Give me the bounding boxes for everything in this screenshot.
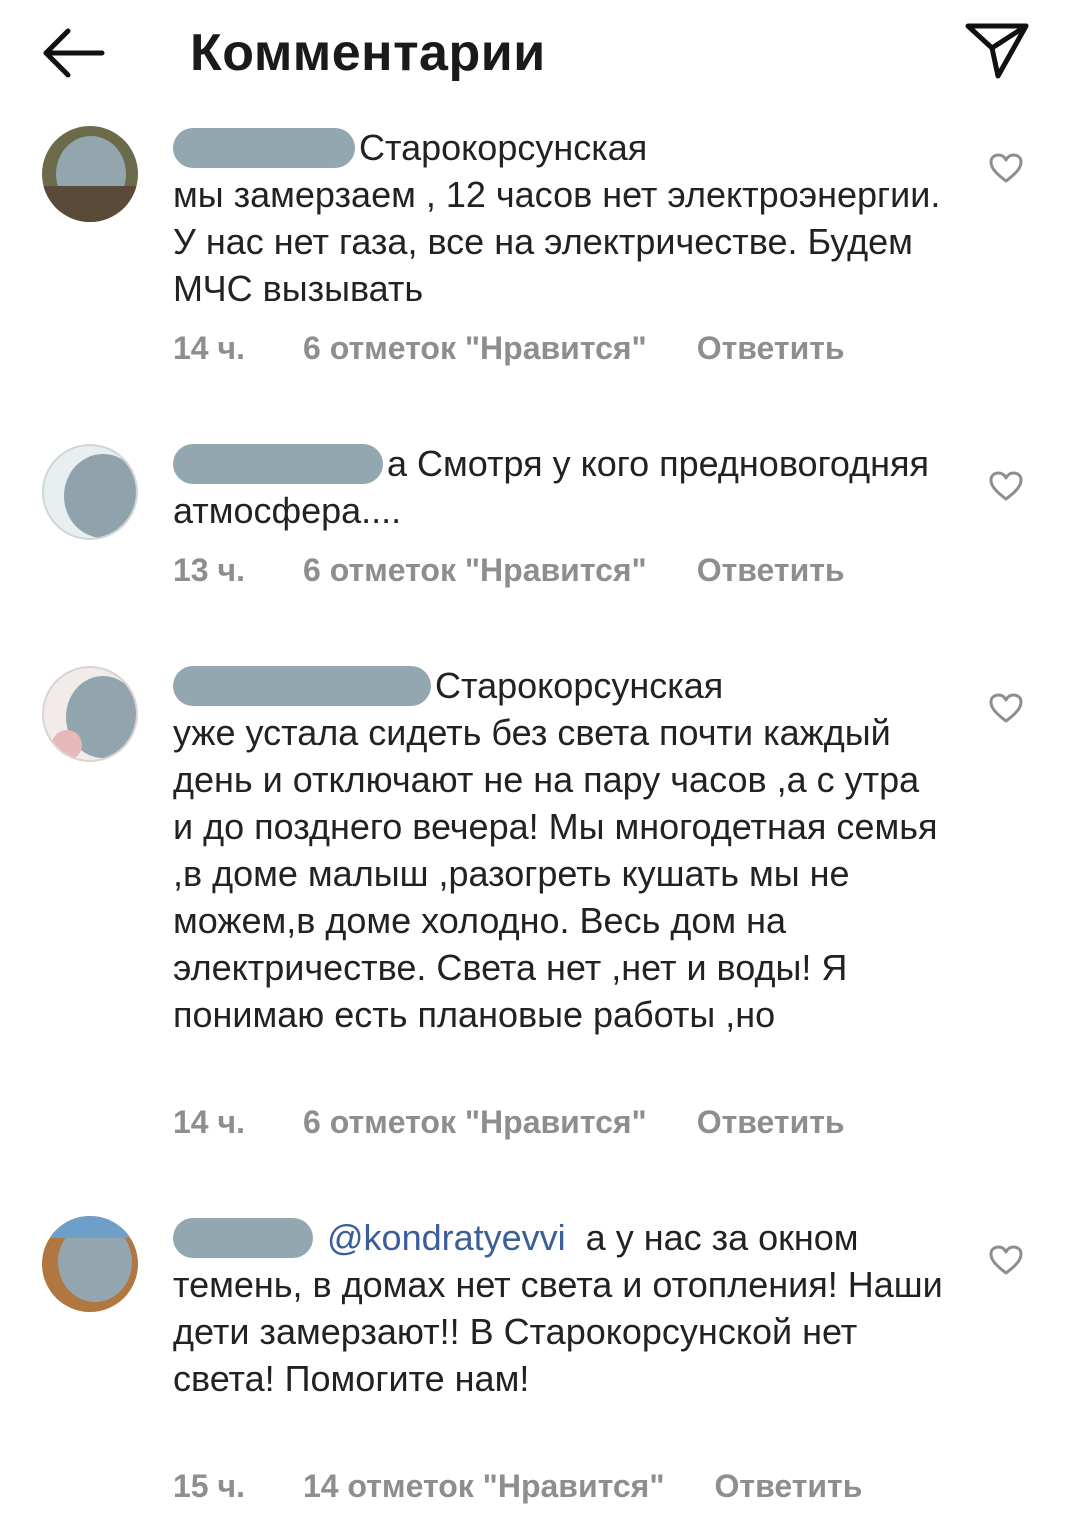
- username-redacted[interactable]: [173, 128, 355, 168]
- arrow-left-icon: [43, 28, 105, 78]
- username-fragment: а: [387, 443, 408, 484]
- reply-button[interactable]: Ответить: [697, 1102, 845, 1142]
- username-redacted[interactable]: [173, 1218, 313, 1258]
- share-button[interactable]: [962, 18, 1032, 82]
- username-fragment: Старокорсунская: [435, 665, 724, 706]
- heart-icon: [989, 471, 1023, 501]
- paper-plane-icon: [965, 23, 1029, 79]
- heart-icon: [989, 1245, 1023, 1275]
- reply-button[interactable]: Ответить: [697, 328, 845, 368]
- comment-meta: 14 ч. 6 отметок "Нравится" Ответить: [173, 328, 845, 368]
- heart-icon: [989, 693, 1023, 723]
- comment-text-block: а Смотря у кого предновогодняя атмосфера…: [173, 440, 943, 534]
- likes-count[interactable]: 14 отметок "Нравится": [303, 1466, 665, 1506]
- like-button[interactable]: [988, 692, 1024, 724]
- comment-text-block: @kondratyevvi а у нас за окном темень, в…: [173, 1214, 943, 1402]
- avatar[interactable]: [42, 666, 138, 762]
- comment-time: 14 ч.: [173, 330, 245, 366]
- comment-meta: 15 ч. 14 отметок "Нравится" Ответить: [173, 1466, 862, 1506]
- likes-count[interactable]: 6 отметок "Нравится": [303, 550, 647, 590]
- username-redacted[interactable]: [173, 666, 431, 706]
- comment-time: 15 ч.: [173, 1468, 245, 1504]
- mention-link[interactable]: @kondratyevvi: [327, 1217, 566, 1258]
- comment-time: 14 ч.: [173, 1104, 245, 1140]
- likes-count[interactable]: 6 отметок "Нравится": [303, 1102, 647, 1142]
- comment-text: мы замерзаем , 12 часов нет электроэнерг…: [173, 174, 941, 309]
- avatar[interactable]: [42, 126, 138, 222]
- reply-button[interactable]: Ответить: [715, 1466, 863, 1506]
- comment-meta: 13 ч. 6 отметок "Нравится" Ответить: [173, 550, 845, 590]
- comment-text: уже устала сидеть без света почти каждый…: [173, 712, 938, 1035]
- avatar[interactable]: [42, 1216, 138, 1312]
- reply-button[interactable]: Ответить: [697, 550, 845, 590]
- username-fragment: Старокорсунская: [359, 127, 648, 168]
- likes-count[interactable]: 6 отметок "Нравится": [303, 328, 647, 368]
- like-button[interactable]: [988, 470, 1024, 502]
- page-title: Комментарии: [190, 24, 546, 82]
- avatar[interactable]: [42, 444, 138, 540]
- comment-time: 13 ч.: [173, 552, 245, 588]
- like-button[interactable]: [988, 152, 1024, 184]
- comment-meta: 14 ч. 6 отметок "Нравится" Ответить: [173, 1102, 845, 1142]
- comment-text-block: Старокорсунская мы замерзаем , 12 часов …: [173, 124, 943, 312]
- back-button[interactable]: [40, 22, 110, 82]
- username-redacted[interactable]: [173, 444, 383, 484]
- comment-text-block: Старокорсунская уже устала сидеть без св…: [173, 662, 943, 1038]
- heart-icon: [989, 153, 1023, 183]
- like-button[interactable]: [988, 1244, 1024, 1276]
- top-bar: Комментарии: [0, 0, 1080, 110]
